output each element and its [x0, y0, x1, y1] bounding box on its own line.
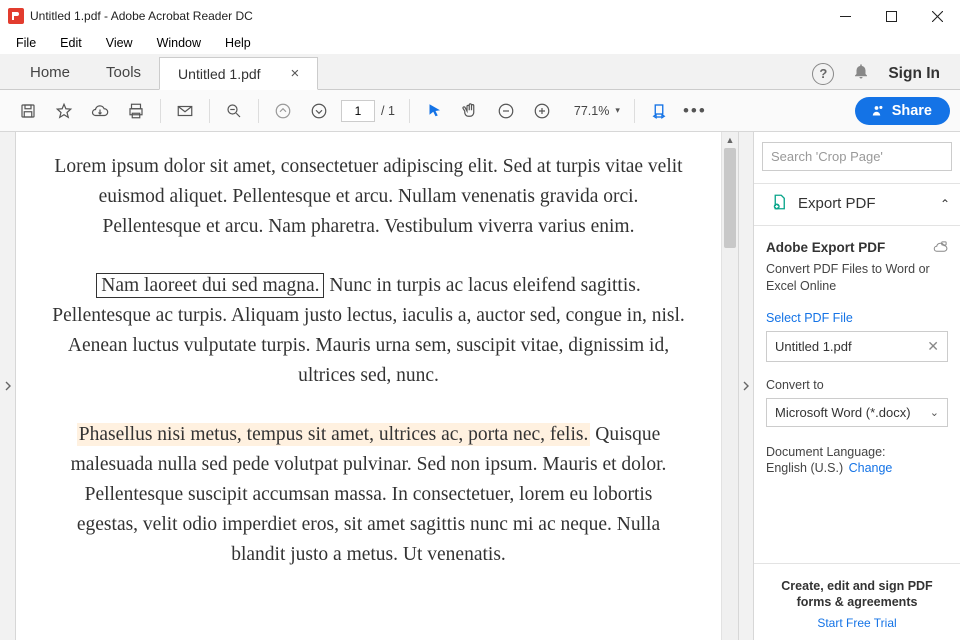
more-tools-icon[interactable]: •••: [677, 93, 713, 129]
app-icon: [8, 8, 24, 24]
fit-width-icon[interactable]: [641, 93, 677, 129]
zoom-out-icon[interactable]: [488, 93, 524, 129]
change-language-link[interactable]: Change: [849, 461, 893, 475]
convert-to-label: Convert to: [766, 378, 948, 392]
chevron-down-icon: ▾: [615, 105, 620, 116]
selected-text: Nam laoreet dui sed magna.: [96, 273, 324, 298]
hand-tool-icon[interactable]: [452, 93, 488, 129]
menu-view[interactable]: View: [96, 34, 143, 52]
page-total: / 1: [381, 104, 395, 118]
menu-edit[interactable]: Edit: [50, 34, 92, 52]
page-up-icon[interactable]: [265, 93, 301, 129]
paragraph-3: Phasellus nisi metus, tempus sit amet, u…: [52, 420, 685, 571]
export-pdf-subtitle: Convert PDF Files to Word or Excel Onlin…: [766, 261, 948, 295]
star-icon[interactable]: [46, 93, 82, 129]
tab-document-label: Untitled 1.pdf: [178, 66, 261, 82]
export-pdf-title: Adobe Export PDF: [766, 240, 948, 255]
notifications-icon[interactable]: [852, 62, 870, 85]
zoom-in-icon[interactable]: [524, 93, 560, 129]
export-pdf-label: Export PDF: [798, 195, 930, 212]
clear-file-icon[interactable]: ✕: [927, 338, 939, 355]
window-close-button[interactable]: [914, 0, 960, 32]
right-pane-toggle[interactable]: [738, 132, 754, 640]
page-down-icon[interactable]: [301, 93, 337, 129]
signin-link[interactable]: Sign In: [888, 65, 940, 83]
print-icon[interactable]: [118, 93, 154, 129]
document-language-value: English (U.S.): [766, 461, 843, 475]
highlighted-text: Phasellus nisi metus, tempus sit amet, u…: [77, 423, 591, 446]
menubar: File Edit View Window Help: [0, 32, 960, 54]
menu-file[interactable]: File: [6, 34, 46, 52]
zoom-level-value: 77.1%: [574, 104, 609, 118]
cloud-small-icon[interactable]: [933, 240, 948, 258]
promo-text: Create, edit and sign PDF forms & agreem…: [764, 578, 950, 611]
tab-home[interactable]: Home: [12, 56, 88, 89]
start-free-trial-link[interactable]: Start Free Trial: [764, 616, 950, 630]
document-page: Lorem ipsum dolor sit amet, consectetuer…: [16, 132, 721, 640]
select-file-label: Select PDF File: [766, 311, 948, 325]
selected-file-box[interactable]: Untitled 1.pdf ✕: [766, 331, 948, 362]
help-icon[interactable]: ?: [812, 63, 834, 85]
document-scrollbar[interactable]: ▲: [721, 132, 738, 640]
convert-to-value: Microsoft Word (*.docx): [775, 405, 911, 420]
selected-file-name: Untitled 1.pdf: [775, 339, 852, 354]
save-icon[interactable]: [10, 93, 46, 129]
convert-to-dropdown[interactable]: Microsoft Word (*.docx) ⌄: [766, 398, 948, 427]
zoom-level-dropdown[interactable]: 77.1% ▾: [566, 102, 628, 120]
paragraph-1: Lorem ipsum dolor sit amet, consectetuer…: [52, 152, 685, 243]
tab-close-icon[interactable]: ×: [291, 65, 300, 82]
paragraph-2: Nam laoreet dui sed magna. Nunc in turpi…: [52, 271, 685, 392]
left-pane-toggle[interactable]: [0, 132, 16, 640]
chevron-down-icon: ⌄: [930, 406, 939, 419]
menu-window[interactable]: Window: [147, 34, 211, 52]
cloud-icon[interactable]: [82, 93, 118, 129]
chevron-up-icon: ⌃: [940, 197, 950, 211]
tab-document[interactable]: Untitled 1.pdf ×: [159, 57, 318, 90]
window-minimize-button[interactable]: [822, 0, 868, 32]
find-icon[interactable]: [216, 93, 252, 129]
tools-search-input[interactable]: Search 'Crop Page': [762, 142, 952, 171]
page-number-input[interactable]: [341, 100, 375, 122]
tab-tools[interactable]: Tools: [88, 56, 159, 89]
select-tool-icon[interactable]: [416, 93, 452, 129]
scroll-up-icon[interactable]: ▲: [722, 132, 738, 148]
email-icon[interactable]: [167, 93, 203, 129]
document-language-label: Document Language:: [766, 445, 948, 459]
export-pdf-section-header[interactable]: Export PDF ⌃: [754, 183, 960, 226]
menu-help[interactable]: Help: [215, 34, 261, 52]
scrollbar-thumb[interactable]: [724, 148, 736, 248]
share-label: Share: [892, 103, 932, 119]
share-button[interactable]: Share: [855, 97, 950, 125]
window-title: Untitled 1.pdf - Adobe Acrobat Reader DC: [30, 9, 822, 23]
export-pdf-icon: [770, 193, 788, 214]
window-maximize-button[interactable]: [868, 0, 914, 32]
